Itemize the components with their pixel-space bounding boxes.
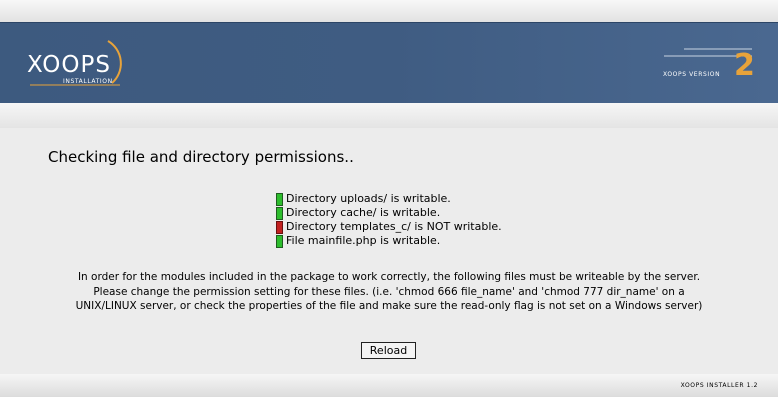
notice-line: In order for the modules included in the…	[77, 271, 701, 283]
check-item: Directory templates_c/ is NOT writable.	[276, 220, 502, 234]
status-ok-icon	[276, 206, 283, 220]
check-item-text: File mainfile.php is writable.	[286, 234, 441, 247]
notice-line: Please change the permission setting for…	[93, 285, 685, 298]
status-error-icon	[276, 220, 283, 234]
main-content: Checking file and directory permissions.…	[10, 128, 768, 374]
logo-text: XOOPS	[27, 52, 111, 78]
top-bar	[0, 0, 778, 22]
status-ok-icon	[276, 192, 283, 206]
page-title: Checking file and directory permissions.…	[48, 148, 354, 166]
header-banner: XOOPS INSTALLATION XOOPS VERSION 2	[0, 22, 778, 104]
permission-notice: In order for the modules included in the…	[10, 270, 768, 314]
version-label: XOOPS VERSION	[663, 71, 721, 78]
xoops-logo: XOOPS INSTALLATION	[20, 37, 140, 91]
permission-check-list: Directory uploads/ is writable. Director…	[276, 192, 502, 248]
notice-line: UNIX/LINUX server, or check the properti…	[75, 300, 703, 312]
reload-button[interactable]: Reload	[361, 342, 416, 359]
check-item: File mainfile.php is writable.	[276, 234, 502, 248]
check-item: Directory uploads/ is writable.	[276, 192, 502, 206]
status-ok-icon	[276, 234, 283, 248]
check-item-text: Directory templates_c/ is NOT writable.	[286, 220, 502, 233]
version-number: 2	[734, 48, 755, 83]
check-item-text: Directory uploads/ is writable.	[286, 192, 451, 205]
check-item: Directory cache/ is writable.	[276, 206, 502, 220]
footer: XOOPS INSTALLER 1.2	[0, 374, 778, 397]
check-item-text: Directory cache/ is writable.	[286, 206, 441, 219]
header-strip	[0, 103, 778, 128]
logo-subtext: INSTALLATION	[63, 78, 113, 85]
footer-installer-version: XOOPS INSTALLER 1.2	[680, 382, 758, 389]
